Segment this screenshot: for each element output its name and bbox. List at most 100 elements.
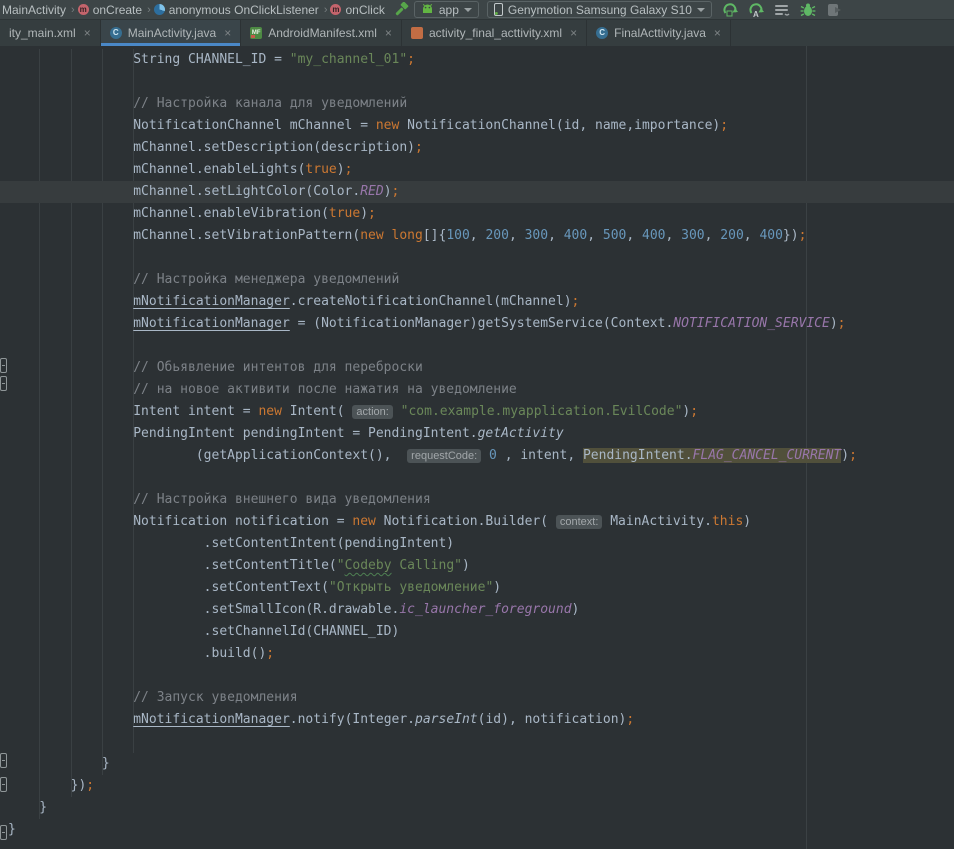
code-line[interactable]: mNotificationManager.createNotificationC… <box>0 291 954 313</box>
code-line[interactable]: NotificationChannel mChannel = new Notif… <box>0 115 954 137</box>
code-token: 200 <box>720 228 743 243</box>
code-token: mNotificationManager <box>133 712 290 727</box>
code-token: // Обьявление интентов для переброски <box>8 360 423 375</box>
code-token: new <box>360 228 383 243</box>
code-line[interactable]: Intent intent = new Intent( action: "com… <box>0 401 954 423</box>
code-line[interactable] <box>0 247 954 269</box>
editor-tab[interactable]: CMainActivity.java× <box>101 20 242 46</box>
profiler-sessions-icon[interactable] <box>774 1 791 18</box>
breadcrumb-item[interactable]: monCreate <box>78 3 142 17</box>
code-line[interactable] <box>0 335 954 357</box>
code-token: true <box>329 206 360 221</box>
code-line[interactable]: .setContentTitle("Codeby Calling") <box>0 555 954 577</box>
code-line[interactable]: // Настройка канала для уведомлений <box>0 93 954 115</box>
close-icon[interactable]: × <box>714 26 721 40</box>
code-line[interactable]: mChannel.setDescription(description); <box>0 137 954 159</box>
code-token: mChannel.setDescription(description) <box>8 140 415 155</box>
code-token: 400 <box>642 228 665 243</box>
code-token: 300 <box>681 228 704 243</box>
code-token: .setChannelId(CHANNEL_ID) <box>8 624 399 639</box>
code-line[interactable]: }); <box>0 775 954 797</box>
code-line[interactable]: .setContentIntent(pendingIntent) <box>0 533 954 555</box>
code-token: "com.example.myapplication.EvilCode" <box>401 404 683 419</box>
code-line[interactable]: mChannel.enableLights(true); <box>0 159 954 181</box>
code-editor[interactable]: String CHANNEL_ID = "my_channel_01"; // … <box>0 46 954 849</box>
code-token: ; <box>690 404 698 419</box>
code-line[interactable]: // на новое активити после нажатия на ув… <box>0 379 954 401</box>
code-line[interactable]: (getApplicationContext(), requestCode: 0… <box>0 445 954 467</box>
code-line[interactable]: .setContentText("Открыть уведомление") <box>0 577 954 599</box>
code-token: // Настройка менеджера уведомлений <box>8 272 399 287</box>
code-token: ) <box>493 580 501 595</box>
breadcrumb-item[interactable]: anonymous OnClickListener <box>154 3 319 17</box>
code-token: new <box>352 514 375 529</box>
code-token: // на новое активити после нажатия на ув… <box>8 382 517 397</box>
editor-tab[interactable]: ity_main.xml × <box>0 20 101 46</box>
close-icon[interactable]: × <box>570 26 577 40</box>
code-line[interactable]: } <box>0 819 954 841</box>
tab-label: ity_main.xml <box>9 26 76 40</box>
code-line[interactable]: mChannel.setVibrationPattern(new long[]{… <box>0 225 954 247</box>
code-token: Notification.Builder( <box>376 514 556 529</box>
code-line[interactable]: PendingIntent pendingIntent = PendingInt… <box>0 423 954 445</box>
code-line[interactable]: mChannel.enableVibration(true); <box>0 203 954 225</box>
code-token: , <box>626 228 642 243</box>
profile-app-icon[interactable] <box>826 1 843 18</box>
code-line[interactable]: // Запуск уведомления <box>0 687 954 709</box>
code-token: NotificationChannel(id, name,importance) <box>399 118 720 133</box>
code-token: .setContentText( <box>8 580 329 595</box>
code-token: ; <box>720 118 728 133</box>
code-line[interactable]: mNotificationManager.notify(Integer.pars… <box>0 709 954 731</box>
breadcrumb-item[interactable]: monClick <box>330 3 384 17</box>
code-token: .setSmallIcon(R.drawable. <box>8 602 399 617</box>
code-area[interactable]: String CHANNEL_ID = "my_channel_01"; // … <box>0 49 954 841</box>
code-line[interactable]: .setSmallIcon(R.drawable.ic_launcher_for… <box>0 599 954 621</box>
editor-tab[interactable]: MFAndroidManifest.xml× <box>241 20 402 46</box>
code-token: Notification notification = <box>8 514 352 529</box>
code-token: }) <box>8 778 86 793</box>
code-line[interactable] <box>0 467 954 489</box>
java-class-file-icon: C <box>596 27 608 39</box>
build-hammer-icon[interactable] <box>393 1 410 18</box>
code-line[interactable]: } <box>0 753 954 775</box>
editor-tab[interactable]: CFinalActtivity.java× <box>587 20 731 46</box>
code-line[interactable]: String CHANNEL_ID = "my_channel_01"; <box>0 49 954 71</box>
code-token: ; <box>572 294 580 309</box>
code-token: "Открыть уведомление" <box>329 580 493 595</box>
code-token: FLAG_CANCEL_CURRENT <box>693 448 842 463</box>
code-line[interactable]: // Настройка внешнего вида уведомления <box>0 489 954 511</box>
code-line[interactable] <box>0 731 954 753</box>
code-token: NotificationChannel mChannel = <box>8 118 376 133</box>
breadcrumb-item[interactable]: MainActivity <box>2 3 66 17</box>
tab-label: AndroidManifest.xml <box>268 26 377 40</box>
run-configuration-select[interactable]: app <box>414 1 479 18</box>
apply-changes-restart-icon[interactable] <box>722 1 739 18</box>
code-token: ; <box>266 646 274 661</box>
close-icon[interactable]: × <box>385 26 392 40</box>
code-line[interactable] <box>0 665 954 687</box>
code-line[interactable]: .setChannelId(CHANNEL_ID) <box>0 621 954 643</box>
code-token: , <box>705 228 721 243</box>
code-line[interactable] <box>0 71 954 93</box>
code-line[interactable]: } <box>0 797 954 819</box>
code-token: PendingIntent. <box>583 448 693 463</box>
debug-bug-icon[interactable] <box>800 1 817 18</box>
device-select[interactable]: Genymotion Samsung Galaxy S10 <box>487 1 712 18</box>
code-line[interactable]: mChannel.setLightColor(Color.RED); <box>0 181 954 203</box>
code-line[interactable]: .build(); <box>0 643 954 665</box>
code-token: []{ <box>423 228 446 243</box>
code-token: 400 <box>759 228 782 243</box>
code-line[interactable]: // Обьявление интентов для переброски <box>0 357 954 379</box>
code-line[interactable]: Notification notification = new Notifica… <box>0 511 954 533</box>
breadcrumb-label: onClick <box>345 3 384 17</box>
code-line[interactable]: mNotificationManager = (NotificationMana… <box>0 313 954 335</box>
editor-tab[interactable]: activity_final_acttivity.xml× <box>402 20 587 46</box>
close-icon[interactable]: × <box>224 26 231 40</box>
close-icon[interactable]: × <box>84 26 91 40</box>
code-token <box>8 316 133 331</box>
code-token: (getApplicationContext(), <box>8 448 407 463</box>
tab-label: MainActivity.java <box>128 26 216 40</box>
apply-code-changes-icon[interactable]: A <box>748 1 765 18</box>
android-app-icon <box>421 4 434 15</box>
code-line[interactable]: // Настройка менеджера уведомлений <box>0 269 954 291</box>
